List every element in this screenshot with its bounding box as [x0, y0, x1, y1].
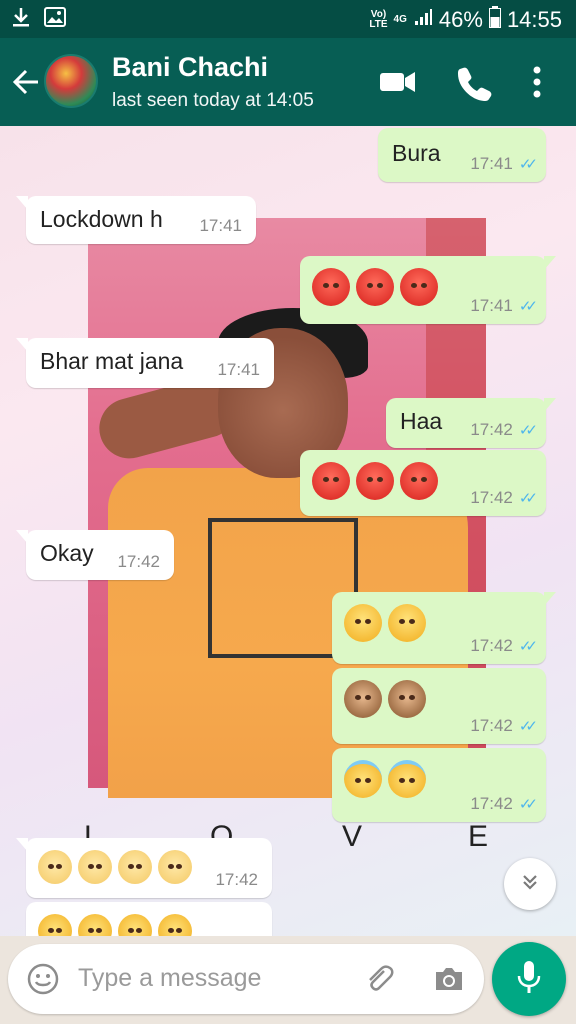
read-ticks-icon: ✓✓	[518, 422, 538, 439]
message-text: Bura	[392, 140, 441, 166]
angry-face-icon	[356, 268, 394, 306]
emoji-icon[interactable]	[26, 962, 60, 996]
angry-face-icon	[400, 462, 438, 500]
hatching-chick-icon	[158, 850, 192, 884]
hatching-chick-icon	[38, 850, 72, 884]
chevrons-down-icon	[518, 870, 542, 899]
angry-face-icon	[312, 268, 350, 306]
face-with-raised-eyebrow-icon	[38, 914, 72, 936]
emoji-row	[38, 914, 192, 936]
message-time: 17:42 ✓✓	[470, 636, 538, 655]
hatching-chick-icon	[118, 850, 152, 884]
message-bubble-incoming[interactable]	[26, 902, 272, 936]
message-bubble-incoming[interactable]: 17:42	[16, 838, 272, 898]
message-text: Okay	[40, 540, 94, 566]
read-ticks-icon: ✓✓	[518, 298, 538, 315]
avatar[interactable]	[44, 54, 98, 108]
hatching-chick-icon	[78, 850, 112, 884]
read-ticks-icon: ✓✓	[518, 490, 538, 507]
message-bubble-incoming[interactable]: Okay 17:42	[16, 530, 174, 580]
message-text: Haa	[400, 408, 443, 434]
message-input-container	[8, 944, 484, 1014]
angry-face-icon	[400, 268, 438, 306]
message-bubble-outgoing[interactable]: 17:42 ✓✓	[332, 592, 556, 664]
message-time: 17:41	[199, 216, 242, 235]
contact-name[interactable]: Bani Chachi	[112, 52, 268, 83]
last-seen: last seen today at 14:05	[112, 90, 314, 111]
message-bubble-incoming[interactable]: Lockdown h 17:41	[16, 196, 256, 244]
status-bar: Vo) LTE 4G 46% 14:55	[0, 0, 576, 38]
face-with-raised-eyebrow-icon	[158, 914, 192, 936]
read-ticks-icon: ✓✓	[518, 718, 538, 735]
image-icon	[44, 7, 66, 32]
smiling-with-halo-icon	[388, 760, 426, 798]
message-time: 17:42 ✓✓	[470, 488, 538, 507]
message-time: 17:42 ✓✓	[470, 794, 538, 813]
message-time: 17:41 ✓✓	[470, 154, 538, 173]
message-text: Bhar mat jana	[40, 348, 184, 374]
message-time: 17:41	[217, 360, 260, 379]
wallpaper-letter: E	[468, 820, 489, 853]
message-time: 17:42 ✓✓	[470, 420, 538, 439]
scroll-to-bottom-button[interactable]	[504, 858, 556, 910]
signal-icon	[413, 7, 433, 33]
more-vertical-icon[interactable]	[520, 60, 550, 104]
message-bubble-outgoing[interactable]: Haa 17:42 ✓✓	[386, 398, 556, 448]
video-camera-icon[interactable]	[378, 60, 418, 104]
message-text: Lockdown h	[40, 206, 163, 232]
angry-face-icon	[312, 462, 350, 500]
mic-button[interactable]	[492, 942, 566, 1016]
phone-icon[interactable]	[454, 60, 494, 104]
battery-percent: 46%	[438, 7, 483, 32]
read-ticks-icon: ✓✓	[518, 156, 538, 173]
emoji-row	[344, 680, 426, 718]
message-bubble-outgoing[interactable]: 17:42 ✓✓	[300, 450, 546, 516]
composer	[0, 936, 576, 1024]
emoji-row	[38, 850, 192, 884]
message-time: 17:42	[215, 870, 258, 889]
angry-face-icon	[356, 462, 394, 500]
chat-area[interactable]: L O V E Bura 17:41 ✓✓ Lockdown h 17:41 17…	[0, 126, 576, 936]
loudly-crying-face-icon	[388, 604, 426, 642]
volte-label: Vo) LTE	[369, 9, 388, 30]
message-bubble-outgoing[interactable]: Bura 17:41 ✓✓	[378, 128, 546, 182]
message-time: 17:42 ✓✓	[470, 716, 538, 735]
emoji-row	[344, 760, 426, 798]
emoji-row	[312, 268, 438, 306]
camera-icon[interactable]	[432, 962, 466, 996]
speak-no-evil-monkey-icon	[388, 680, 426, 718]
read-ticks-icon: ✓✓	[518, 796, 538, 813]
microphone-icon	[514, 959, 544, 1000]
message-bubble-incoming[interactable]: Bhar mat jana 17:41	[16, 338, 274, 388]
emoji-row	[312, 462, 438, 500]
clock: 14:55	[506, 7, 562, 32]
speak-no-evil-monkey-icon	[344, 680, 382, 718]
message-time: 17:41 ✓✓	[470, 296, 538, 315]
wallpaper-letter: V	[342, 820, 363, 853]
message-input[interactable]	[78, 958, 348, 998]
battery-icon	[488, 6, 501, 34]
emoji-row	[344, 604, 426, 642]
message-bubble-outgoing[interactable]: 17:42 ✓✓	[332, 668, 546, 744]
message-bubble-outgoing[interactable]: 17:42 ✓✓	[332, 748, 546, 822]
face-with-raised-eyebrow-icon	[118, 914, 152, 936]
message-bubble-outgoing[interactable]: 17:41 ✓✓	[300, 256, 556, 324]
arrow-left-icon[interactable]	[12, 62, 40, 102]
message-time: 17:42	[117, 552, 160, 571]
network-label: 4G	[393, 14, 407, 25]
read-ticks-icon: ✓✓	[518, 638, 538, 655]
download-icon	[12, 6, 30, 33]
face-with-raised-eyebrow-icon	[78, 914, 112, 936]
smiling-with-halo-icon	[344, 760, 382, 798]
loudly-crying-face-icon	[344, 604, 382, 642]
paperclip-icon[interactable]	[362, 962, 396, 996]
chat-header: Bani Chachi last seen today at 14:05	[0, 38, 576, 126]
